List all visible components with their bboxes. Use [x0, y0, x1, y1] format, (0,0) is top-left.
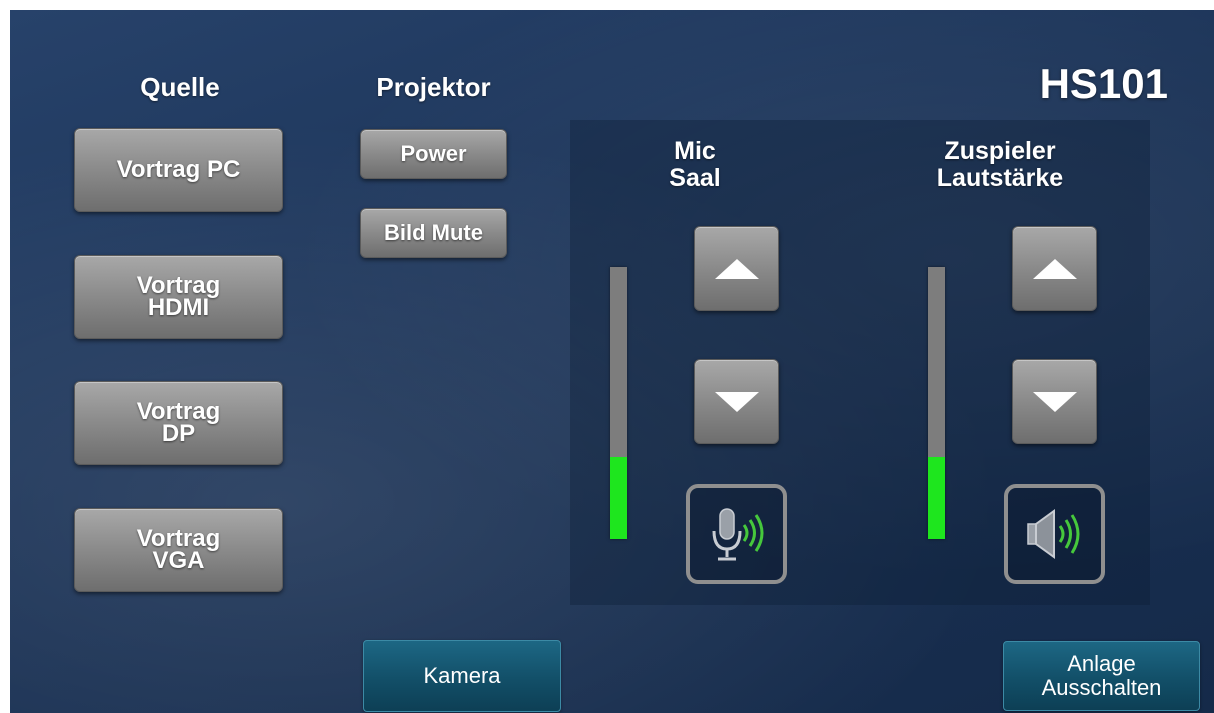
microphone-icon [712, 508, 763, 561]
projector-picture-mute-button[interactable]: Bild Mute [360, 208, 507, 258]
triangle-down-icon [1032, 391, 1077, 412]
source-button-pc[interactable]: Vortrag PC [74, 128, 283, 212]
mic-volume-down-button[interactable] [694, 359, 779, 444]
mic-level-meter [610, 267, 627, 539]
projector-power-button[interactable]: Power [360, 129, 507, 179]
player-mute-button[interactable] [1004, 484, 1105, 584]
player-level-fill [928, 457, 945, 539]
mic-mute-button[interactable] [686, 484, 787, 584]
room-title: HS101 [1039, 60, 1168, 107]
source-heading: Quelle [140, 72, 220, 102]
system-shutdown-button[interactable]: Anlage Ausschalten [1003, 641, 1200, 711]
triangle-up-icon [1032, 258, 1077, 279]
player-heading: Zuspieler Lautstärke [936, 137, 1064, 192]
triangle-up-icon [714, 258, 759, 279]
mic-volume-up-button[interactable] [694, 226, 779, 311]
source-button-dp[interactable]: Vortrag DP [74, 381, 283, 465]
control-panel-screen: Quelle Projektor HS101 Mic Saal Zuspiele… [10, 10, 1214, 713]
camera-button[interactable]: Kamera [363, 640, 561, 712]
player-volume-down-button[interactable] [1012, 359, 1097, 444]
projector-heading: Projektor [376, 72, 491, 102]
player-level-meter [928, 267, 945, 539]
player-volume-up-button[interactable] [1012, 226, 1097, 311]
source-button-hdmi[interactable]: Vortrag HDMI [74, 255, 283, 339]
mic-level-fill [610, 457, 627, 539]
triangle-down-icon [714, 391, 759, 412]
source-button-vga[interactable]: Vortrag VGA [74, 508, 283, 592]
speaker-icon [1026, 509, 1079, 559]
mic-heading: Mic Saal [669, 137, 721, 192]
